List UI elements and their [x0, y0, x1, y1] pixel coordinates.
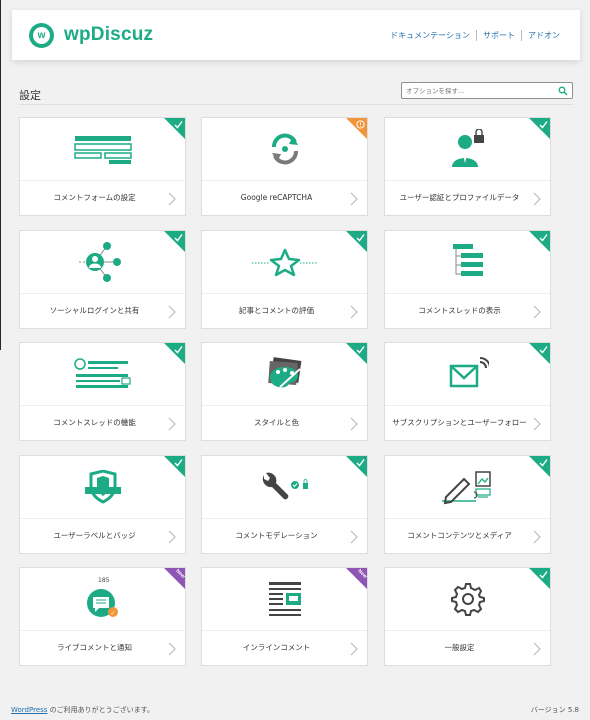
settings-card[interactable]: コメントスレッドの機能 — [19, 342, 186, 441]
card-label: ユーザー認証とプロファイルデータ — [399, 193, 520, 203]
brand-logo[interactable]: w wpDiscuz — [29, 22, 154, 48]
chevron-right-icon — [168, 192, 176, 206]
palette-icon — [202, 343, 367, 405]
nav-separator — [476, 29, 477, 41]
nav-docs-link[interactable]: ドキュメンテーション — [390, 30, 470, 41]
card-label: 一般設定 — [444, 643, 475, 653]
card-label: コメントモデレーション — [235, 531, 318, 541]
search-icon[interactable] — [558, 86, 568, 96]
check-icon — [356, 459, 365, 467]
chevron-right-icon — [533, 530, 541, 544]
card-label: コメントフォームの設定 — [53, 193, 136, 203]
brand-name: wpDiscuz — [64, 24, 154, 45]
check-icon — [174, 346, 183, 354]
badge-shield-icon — [20, 456, 185, 518]
card-label: コメントスレッドの表示 — [418, 306, 501, 316]
nav-separator — [521, 29, 522, 41]
warning-icon — [356, 120, 365, 129]
chevron-right-icon — [168, 305, 176, 319]
chevron-right-icon — [350, 305, 358, 319]
settings-card[interactable]: スタイルと色 — [201, 342, 368, 441]
card-label: スタイルと色 — [254, 418, 299, 428]
star-rating-icon — [202, 231, 367, 293]
search-input[interactable] — [406, 86, 558, 95]
check-icon — [539, 121, 548, 129]
settings-card[interactable]: コメントフォームの設定 — [19, 117, 186, 216]
nav-addons-link[interactable]: アドオン — [528, 30, 560, 41]
settings-card[interactable]: コメントスレッドの表示 — [384, 230, 551, 329]
settings-card[interactable]: コメントコンテンツとメディア — [384, 455, 551, 554]
logo-icon: w — [29, 22, 54, 48]
logo-letter: w — [33, 26, 50, 44]
content-media-icon — [385, 456, 550, 518]
card-label: Google reCAPTCHA — [240, 193, 313, 203]
thread-features-icon — [20, 343, 185, 405]
user-auth-icon — [385, 118, 550, 180]
chevron-right-icon — [350, 642, 358, 656]
card-label: コメントコンテンツとメディア — [407, 531, 512, 541]
card-label: サブスクリプションとユーザーフォロー — [392, 418, 527, 428]
header-nav: ドキュメンテーション サポート アドオン — [390, 29, 560, 41]
subscription-icon — [385, 343, 550, 405]
wordpress-link[interactable]: WordPress — [11, 706, 47, 714]
check-icon — [174, 459, 183, 467]
admin-footer: WordPress のご利用ありがとうございます。 — [11, 705, 154, 715]
check-icon — [539, 234, 548, 242]
settings-card[interactable]: コメントモデレーション — [201, 455, 368, 554]
chevron-right-icon — [350, 192, 358, 206]
check-icon — [356, 234, 365, 242]
card-label: 記事とコメントの評価 — [239, 306, 314, 316]
card-label: ソーシャルログインと共有 — [49, 306, 140, 316]
card-label: コメントスレッドの機能 — [53, 418, 136, 428]
title-divider — [19, 104, 573, 105]
check-icon — [539, 346, 548, 354]
gear-icon — [385, 568, 550, 630]
nav-support-link[interactable]: サポート — [483, 30, 515, 41]
chevron-right-icon — [168, 417, 176, 431]
check-icon — [356, 346, 365, 354]
chevron-right-icon — [168, 642, 176, 656]
settings-card[interactable]: ソーシャルログインと共有 — [19, 230, 186, 329]
chevron-right-icon — [533, 642, 541, 656]
check-icon — [174, 234, 183, 242]
wp-version: バージョン 5.8 — [530, 706, 579, 714]
svg-text:✓: ✓ — [110, 610, 115, 617]
chevron-right-icon — [168, 530, 176, 544]
page-title: 設定 — [19, 89, 41, 102]
settings-card[interactable]: 記事とコメントの評価 — [201, 230, 368, 329]
chevron-right-icon — [533, 417, 541, 431]
check-icon — [174, 121, 183, 129]
check-icon — [539, 571, 548, 579]
inline-comment-icon — [202, 568, 367, 630]
settings-card[interactable]: ✓ 185 ライブコメントと通知 New — [19, 567, 186, 666]
settings-card[interactable]: 一般設定 — [384, 567, 551, 666]
settings-card[interactable]: サブスクリプションとユーザーフォロー — [384, 342, 551, 441]
recaptcha-icon — [202, 118, 367, 180]
settings-card[interactable]: ユーザーラベルとバッジ — [19, 455, 186, 554]
chevron-right-icon — [533, 305, 541, 319]
settings-card[interactable]: ユーザー認証とプロファイルデータ — [384, 117, 551, 216]
options-search[interactable] — [401, 82, 573, 99]
settings-card[interactable]: インラインコメント New — [201, 567, 368, 666]
comment-form-icon — [20, 118, 185, 180]
chevron-right-icon — [350, 530, 358, 544]
plugin-header: w wpDiscuz ドキュメンテーション サポート アドオン — [12, 10, 580, 60]
settings-card[interactable]: Google reCAPTCHA — [201, 117, 368, 216]
chevron-right-icon — [350, 417, 358, 431]
thread-display-icon — [385, 231, 550, 293]
card-label: インラインコメント — [242, 643, 311, 653]
admin-sidebar-edge — [0, 0, 1, 350]
social-share-icon — [20, 231, 185, 293]
footer-thanks: のご利用ありがとうございます。 — [47, 706, 154, 714]
check-icon — [539, 459, 548, 467]
chevron-right-icon — [533, 192, 541, 206]
moderation-wrench-icon — [202, 456, 367, 518]
card-label: ユーザーラベルとバッジ — [53, 531, 136, 541]
live-counter: 185 — [98, 577, 110, 584]
card-label: ライブコメントと通知 — [57, 643, 132, 653]
